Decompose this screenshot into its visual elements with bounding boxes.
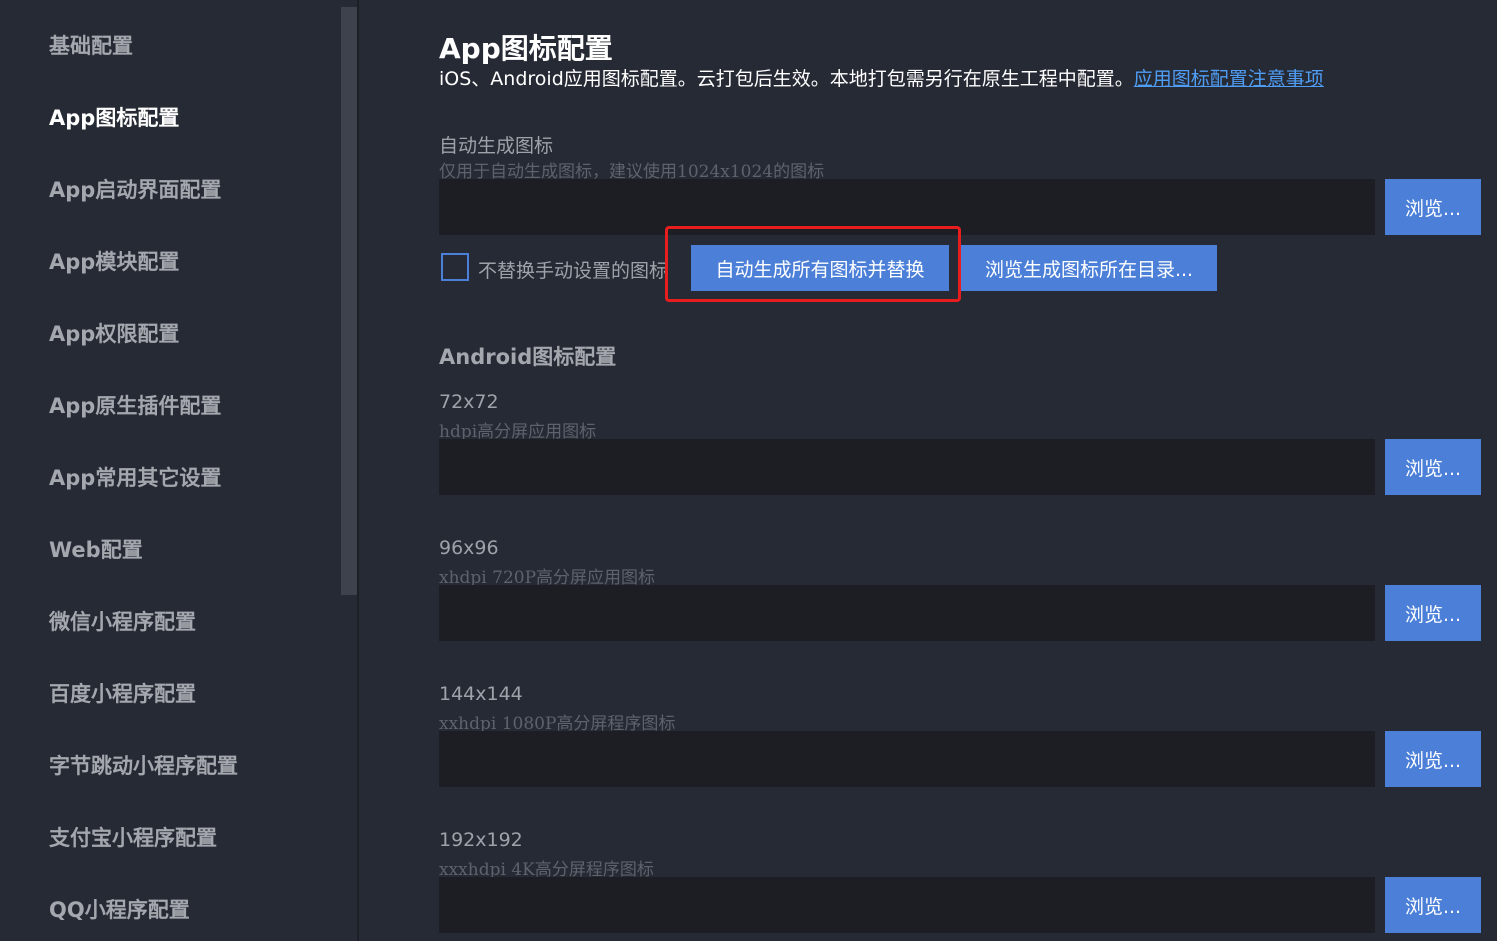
sidebar-item-app-modules[interactable]: App模块配置 <box>49 246 179 276</box>
auto-icon-path-input[interactable] <box>439 179 1375 235</box>
sidebar-item-wechat-mp[interactable]: 微信小程序配置 <box>49 606 196 636</box>
android-72-label: 72x72 <box>439 391 499 413</box>
sidebar-item-bytedance-mp[interactable]: 字节跳动小程序配置 <box>49 750 238 780</box>
page-title: App图标配置 <box>439 32 613 65</box>
android-section-title: Android图标配置 <box>439 345 617 369</box>
sidebar-item-app-native-plugins[interactable]: App原生插件配置 <box>49 390 221 420</box>
android-192-path-input[interactable] <box>439 877 1375 933</box>
page-description: iOS、Android应用图标配置。云打包后生效。本地打包需另行在原生工程中配置… <box>439 64 1324 91</box>
sidebar-item-alipay-mp[interactable]: 支付宝小程序配置 <box>49 822 217 852</box>
android-96-label: 96x96 <box>439 537 499 559</box>
sidebar-item-app-splash[interactable]: App启动界面配置 <box>49 174 221 204</box>
sidebar-scrollbar-thumb[interactable] <box>341 7 357 595</box>
sidebar-item-qq-mp[interactable]: QQ小程序配置 <box>49 894 190 924</box>
main-panel: App图标配置 iOS、Android应用图标配置。云打包后生效。本地打包需另行… <box>359 0 1497 941</box>
no-replace-manual-checkbox[interactable] <box>441 253 469 281</box>
android-72-browse-button[interactable]: 浏览... <box>1385 439 1481 495</box>
icon-notes-link[interactable]: 应用图标配置注意事项 <box>1134 68 1324 90</box>
sidebar: 基础配置 App图标配置 App启动界面配置 App模块配置 App权限配置 A… <box>0 0 340 941</box>
android-144-path-input[interactable] <box>439 731 1375 787</box>
android-144-label: 144x144 <box>439 683 523 705</box>
android-72-path-input[interactable] <box>439 439 1375 495</box>
open-generated-dir-button[interactable]: 浏览生成图标所在目录... <box>961 245 1217 291</box>
sidebar-item-app-permissions[interactable]: App权限配置 <box>49 318 179 348</box>
android-192-label: 192x192 <box>439 829 523 851</box>
sidebar-item-baidu-mp[interactable]: 百度小程序配置 <box>49 678 196 708</box>
sidebar-item-basic[interactable]: 基础配置 <box>49 30 133 60</box>
sidebar-item-app-other-settings[interactable]: App常用其它设置 <box>49 462 221 492</box>
page-description-text: iOS、Android应用图标配置。云打包后生效。本地打包需另行在原生工程中配置… <box>439 68 1134 90</box>
android-144-browse-button[interactable]: 浏览... <box>1385 731 1481 787</box>
android-192-browse-button[interactable]: 浏览... <box>1385 877 1481 933</box>
generate-all-icons-button[interactable]: 自动生成所有图标并替换 <box>691 245 949 291</box>
android-96-browse-button[interactable]: 浏览... <box>1385 585 1481 641</box>
auto-icon-label: 自动生成图标 <box>439 135 554 157</box>
no-replace-manual-label: 不替换手动设置的图标 <box>478 260 669 282</box>
auto-icon-browse-button[interactable]: 浏览... <box>1385 179 1481 235</box>
android-96-path-input[interactable] <box>439 585 1375 641</box>
sidebar-item-app-icon[interactable]: App图标配置 <box>49 102 179 132</box>
sidebar-item-web[interactable]: Web配置 <box>49 534 143 564</box>
